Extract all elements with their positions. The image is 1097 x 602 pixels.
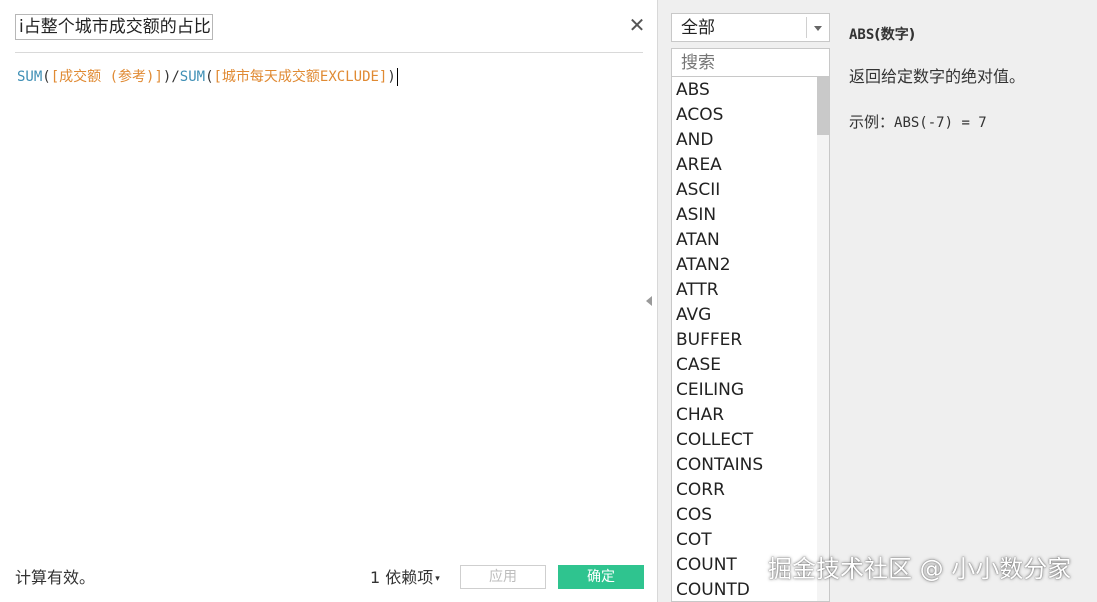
calculation-name-input[interactable]: i占整个城市成交额的占比 (15, 14, 213, 40)
close-icon[interactable]: ✕ (628, 15, 646, 35)
function-list-item[interactable]: AND (672, 128, 818, 153)
function-list-item[interactable]: ACOS (672, 103, 818, 128)
watermark: 掘金技术社区 @ 小小数分家 (768, 555, 1072, 583)
function-reference-panel: 全部 ABS ACOS AND AREA ASCII ASIN ATAN ATA… (666, 0, 1097, 602)
help-example-label: 示例： (849, 113, 895, 131)
help-description: 返回给定数字的绝对值。 (849, 67, 1026, 86)
help-example: 示例：ABS(-7) = 7 (849, 111, 987, 134)
collapse-panel-icon[interactable] (646, 296, 652, 306)
formula-paren: ( (42, 69, 51, 85)
validation-status: 计算有效。 (15, 568, 96, 587)
formula-field-reference: [城市每天成交额EXCLUDE] (213, 69, 388, 85)
function-list-item[interactable]: AVG (672, 303, 818, 328)
apply-button[interactable]: 应用 (460, 565, 546, 589)
help-function-name: ABS (849, 27, 875, 43)
function-list-item[interactable]: CASE (672, 353, 818, 378)
function-list-item[interactable]: COT (672, 528, 818, 553)
help-function-args: (数字) (874, 27, 916, 43)
text-cursor (396, 68, 398, 86)
function-category-value: 全部 (681, 18, 715, 38)
formula-editor[interactable]: SUM([成交额 (参考)])/SUM([城市每天成交额EXCLUDE]) (17, 66, 637, 88)
function-list-item[interactable]: CONTAINS (672, 453, 818, 478)
formula-function-sum: SUM (17, 69, 43, 85)
function-list-item[interactable]: ATTR (672, 278, 818, 303)
chevron-down-icon: ▾ (435, 573, 440, 584)
help-example-code: ABS(-7) = 7 (894, 115, 987, 131)
select-separator (806, 17, 807, 38)
function-list-item[interactable]: ATAN2 (672, 253, 818, 278)
formula-paren: ( (205, 69, 214, 85)
function-list-item[interactable]: ATAN (672, 228, 818, 253)
function-list-item[interactable]: CHAR (672, 403, 818, 428)
function-list-item[interactable]: BUFFER (672, 328, 818, 353)
formula-field-reference: [成交额 (参考)] (50, 69, 163, 85)
function-list-item[interactable]: ASCII (672, 178, 818, 203)
formula-function-sum: SUM (179, 69, 206, 85)
formula-paren: ) (387, 69, 396, 85)
function-list[interactable]: ABS ACOS AND AREA ASCII ASIN ATAN ATAN2 … (671, 77, 830, 602)
ok-button[interactable]: 确定 (558, 565, 644, 589)
help-title: ABS(数字) (849, 25, 915, 45)
function-search-input[interactable] (671, 48, 830, 77)
function-list-item[interactable]: ASIN (672, 203, 818, 228)
function-list-scrollbar[interactable] (817, 77, 829, 601)
scroll-thumb[interactable] (817, 77, 829, 135)
function-list-item[interactable]: ABS (672, 78, 818, 103)
function-list-item[interactable]: CEILING (672, 378, 818, 403)
dependency-dropdown[interactable]: 1 依赖项 ▾ (370, 567, 440, 590)
function-list-item[interactable]: COS (672, 503, 818, 528)
dependency-label: 1 依赖项 (370, 568, 434, 587)
chevron-down-icon (814, 26, 822, 31)
function-list-item[interactable]: AREA (672, 153, 818, 178)
function-list-item[interactable]: CORR (672, 478, 818, 503)
calculation-editor: i占整个城市成交额的占比 ✕ SUM([成交额 (参考)])/SUM([城市每天… (0, 0, 657, 602)
function-list-item[interactable]: COLLECT (672, 428, 818, 453)
divider (15, 52, 643, 53)
formula-operator-divide: / (171, 69, 180, 85)
function-category-select[interactable]: 全部 (671, 13, 830, 42)
